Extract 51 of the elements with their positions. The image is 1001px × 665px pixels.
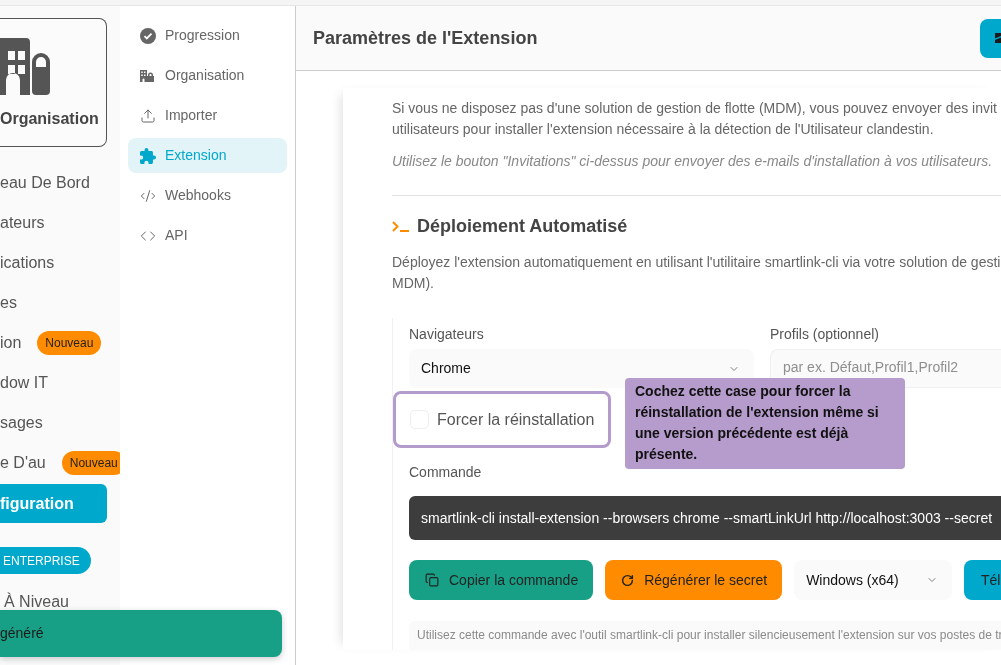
nav-link[interactable]: ications — [0, 253, 55, 273]
toast: généré — [0, 610, 282, 657]
settings-menu-label: Extension — [165, 146, 227, 165]
settings-menu-label: Organisation — [165, 66, 245, 85]
settings-menu-item[interactable]: Organisation — [128, 58, 287, 93]
nav-link[interactable]: e D'au — [0, 453, 46, 473]
settings-menu-label: Importer — [165, 106, 218, 125]
upload-icon — [140, 107, 156, 124]
refresh-icon — [621, 573, 635, 587]
building-lock-icon — [140, 69, 156, 82]
nav-link[interactable]: es — [0, 293, 17, 313]
checkbox-label: Forcer la réinstallation — [437, 409, 595, 430]
puzzle-icon — [140, 147, 156, 164]
section-title: Déploiement Automatisé — [417, 214, 628, 238]
nav-link[interactable]: À Niveau — [0, 592, 120, 612]
tooltip: Cochez cette case pour forcer la réinstallation de l'extension même si une version précédente est déjà présente. — [625, 378, 905, 469]
deployment-text: Déployez l'extension automatiquement en utilisant l'utilitaire smartlink-cli via votre solution de gesti MDM). — [392, 253, 1001, 293]
action-button[interactable]: Copier la commande — [409, 560, 594, 600]
building-lock-icon — [0, 38, 50, 95]
command-display: smartlink-cli install-extension --browsers chrome --smartLinkUrl http://localhost:3003 --secret — [409, 496, 1001, 540]
code-icon — [140, 187, 156, 204]
copy-icon — [425, 573, 439, 587]
email-button[interactable] — [980, 18, 1001, 58]
settings-menu-label: Webhooks — [165, 186, 231, 205]
field-label: Commande — [409, 463, 483, 482]
new-badge: Nouveau — [37, 331, 102, 355]
envelope-icon — [995, 33, 1001, 43]
nav-link[interactable]: dow IT — [0, 373, 48, 393]
organisation-label: Organisation — [0, 109, 100, 129]
terminal-icon — [392, 220, 409, 232]
settings-menu-label: Progression — [165, 26, 240, 45]
invitations-hint: Utilisez le bouton "Invitations" ci-dessus pour envoyer des e-mails d'installation à vos utilisateurs. — [392, 152, 994, 171]
plan-badge: ENTERPRISE — [0, 547, 91, 574]
invitations-text: Si vous ne disposez pas d'une solution de gestion de flotte (MDM), vous pouvez envoyer des invit utilisateurs pour installer l'extension nécessaire à la détection de l'Utilisateur clandestin. — [392, 99, 998, 139]
field-label: Navigateurs — [409, 325, 485, 344]
nav-link[interactable]: ion — [0, 333, 22, 353]
settings-menu-item[interactable]: Progression — [128, 18, 287, 53]
settings-menu-label: API — [165, 226, 188, 245]
check-circle-icon — [140, 27, 156, 44]
settings-menu-item[interactable]: API — [128, 218, 287, 253]
settings-menu-item[interactable]: Webhooks — [128, 178, 287, 213]
field-label: Profils (optionnel) — [770, 325, 880, 344]
action-button[interactable]: Régénérer le secret — [605, 560, 783, 600]
nav-link[interactable]: sages — [0, 413, 43, 433]
download-button[interactable]: Tél — [964, 560, 1001, 600]
nav-link[interactable]: eau De Bord — [0, 173, 90, 193]
organisation-card[interactable]: Organisation — [0, 18, 107, 147]
settings-menu-item[interactable]: Importer — [128, 98, 287, 133]
platform-select[interactable]: Windows (x64) — [794, 560, 952, 600]
nav-link[interactable]: ateurs — [0, 213, 45, 233]
page-title: Paramètres de l'Extension — [313, 26, 538, 50]
